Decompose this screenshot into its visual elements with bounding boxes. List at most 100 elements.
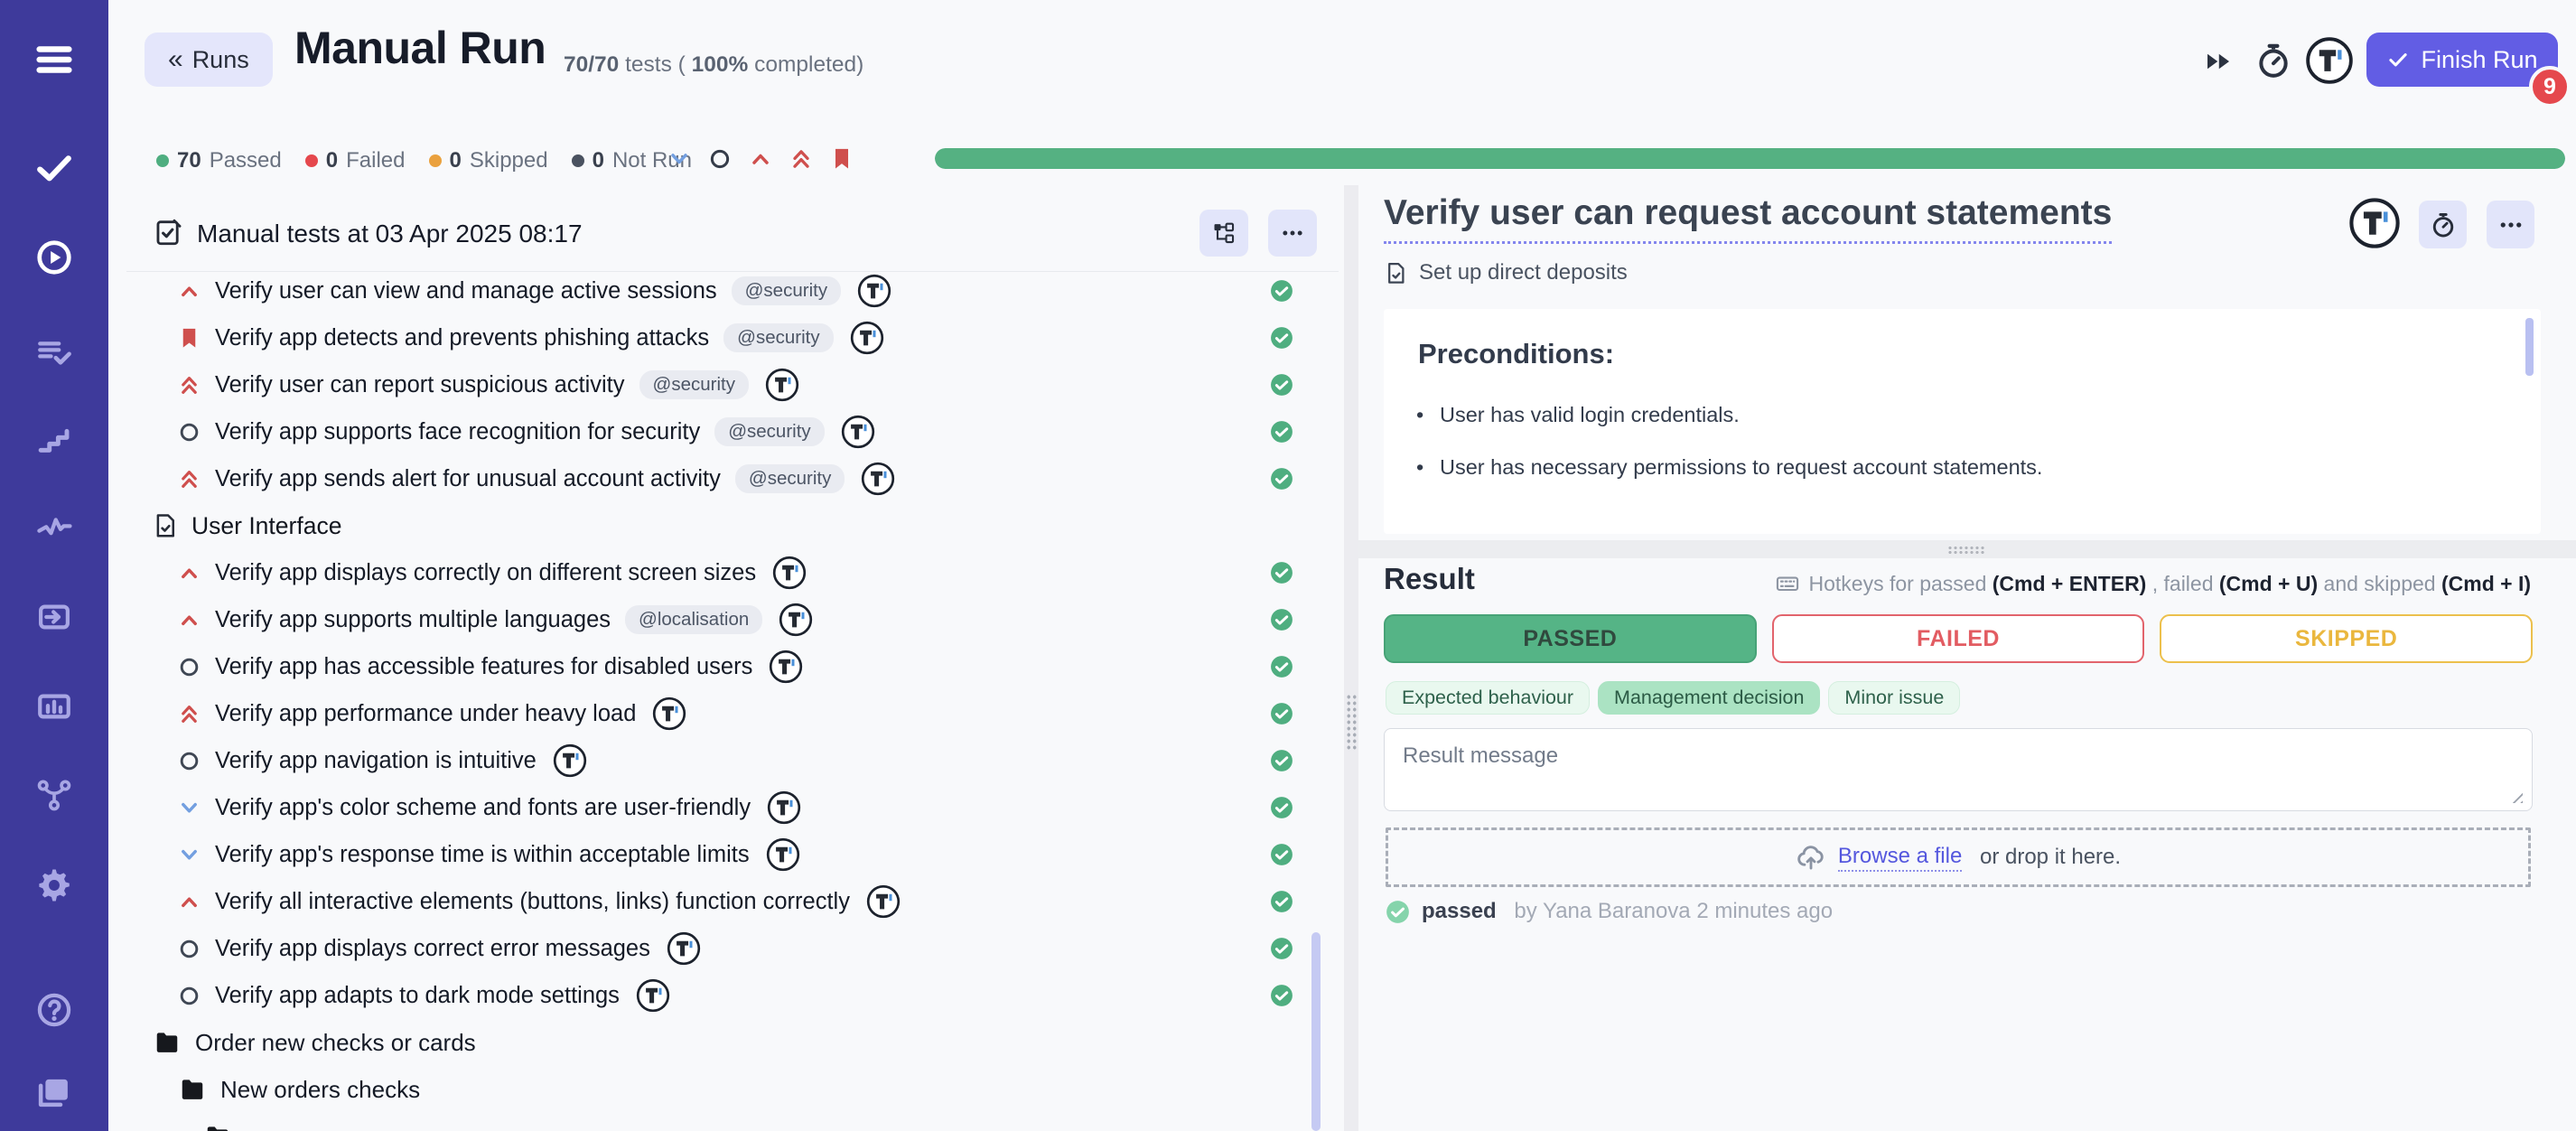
settings-gear-icon[interactable] (35, 866, 73, 904)
test-tag[interactable]: @security (732, 276, 841, 305)
priority-normal-icon (177, 749, 201, 773)
folder-title[interactable]: Order new checks or cards (195, 1029, 476, 1057)
skipped-button[interactable]: SKIPPED (2160, 614, 2533, 663)
test-title[interactable]: Verify user can report suspicious activi… (215, 372, 625, 398)
test-title[interactable]: Verify app displays correct error messag… (215, 936, 650, 962)
testomat-logo-icon (861, 462, 895, 496)
test-row[interactable]: Verify user can view and manage active s… (126, 267, 1337, 314)
priority-high-filter-icon[interactable] (748, 146, 773, 172)
test-tag[interactable]: @localisation (625, 605, 762, 634)
import-nav-icon[interactable] (35, 598, 73, 636)
test-tag[interactable]: @security (714, 417, 824, 446)
suite-title[interactable]: User Interface (191, 512, 341, 540)
test-row[interactable]: Verify user can report suspicious activi… (126, 361, 1337, 408)
passed-button[interactable]: PASSED (1384, 614, 1757, 663)
back-to-runs-button[interactable]: « Runs (145, 33, 273, 87)
test-row[interactable]: Verify app supports multiple languages @… (126, 596, 1337, 643)
test-title[interactable]: Verify app adapts to dark mode settings (215, 983, 620, 1009)
folder-row-partial[interactable] (126, 1113, 1337, 1131)
folder-row[interactable]: New orders checks (126, 1066, 1337, 1113)
runs-nav-icon[interactable] (35, 238, 73, 276)
test-row[interactable]: Verify app supports face recognition for… (126, 408, 1337, 455)
folder-title[interactable]: New orders checks (220, 1076, 420, 1104)
test-detail-title[interactable]: Verify user can request account statemen… (1384, 193, 2112, 244)
test-row[interactable]: Verify app performance under heavy load (126, 690, 1337, 737)
fast-forward-icon[interactable] (2202, 45, 2235, 78)
ellipsis-icon (1280, 220, 1305, 246)
steps-nav-icon[interactable] (35, 421, 73, 459)
test-title[interactable]: Verify app's response time is within acc… (215, 842, 750, 868)
priority-low-filter-icon[interactable] (667, 146, 692, 172)
result-message-input[interactable] (1384, 728, 2533, 811)
tag-management-decision[interactable]: Management decision (1598, 681, 1820, 715)
passed-count: 70 (177, 148, 201, 173)
stopwatch-icon[interactable] (2254, 42, 2292, 79)
test-tag[interactable]: @security (639, 370, 749, 399)
reports-nav-icon[interactable] (35, 687, 73, 725)
branches-nav-icon[interactable] (35, 776, 73, 814)
passed-check-icon (1270, 890, 1293, 913)
test-row[interactable]: Verify app displays correct error messag… (126, 925, 1337, 972)
card-scrollbar-thumb[interactable] (2525, 318, 2534, 376)
test-row[interactable]: Verify app adapts to dark mode settings (126, 972, 1337, 1019)
testomat-logo-icon (779, 603, 813, 637)
panel-resize-divider[interactable] (1344, 185, 1358, 1131)
test-title[interactable]: Verify app navigation is intuitive (215, 748, 537, 774)
tag-minor-issue[interactable]: Minor issue (1828, 681, 1960, 715)
priority-normal-icon (177, 984, 201, 1008)
bookmark-filter-icon[interactable] (829, 146, 854, 172)
testomat-logo-icon[interactable] (2348, 197, 2401, 249)
browse-file-link[interactable]: Browse a file (1838, 844, 1962, 872)
test-title[interactable]: Verify app supports multiple languages (215, 607, 611, 633)
priority-highest-filter-icon[interactable] (789, 146, 814, 172)
checks-nav-icon[interactable] (35, 148, 73, 186)
activity-nav-icon[interactable] (35, 509, 73, 547)
test-title[interactable]: Verify app sends alert for unusual accou… (215, 466, 721, 492)
test-title[interactable]: Verify app detects and prevents phishing… (215, 325, 709, 351)
panel-resize-grip[interactable] (1346, 694, 1358, 750)
test-plans-nav-icon[interactable] (35, 333, 73, 371)
library-icon[interactable] (35, 1072, 73, 1110)
priority-normal-filter-icon[interactable] (707, 146, 733, 172)
test-title[interactable]: Verify app supports face recognition for… (215, 419, 700, 445)
help-icon[interactable] (35, 991, 73, 1029)
failed-button[interactable]: FAILED (1772, 614, 2145, 663)
testomat-logo-icon[interactable] (2305, 36, 2354, 85)
test-title[interactable]: Verify app displays correctly on differe… (215, 560, 756, 586)
test-title[interactable]: Verify app's color scheme and fonts are … (215, 795, 751, 821)
list-more-button[interactable] (1268, 210, 1317, 257)
test-title[interactable]: Verify all interactive elements (buttons… (215, 889, 850, 915)
test-title[interactable]: Verify app performance under heavy load (215, 701, 636, 727)
menu-icon[interactable] (33, 39, 75, 80)
test-row[interactable]: Verify app navigation is intuitive (126, 737, 1337, 784)
passed-check-icon (1270, 561, 1293, 584)
stat-passed: 70 Passed (156, 148, 282, 173)
detail-more-button[interactable] (2487, 201, 2534, 248)
test-row[interactable]: Verify app's color scheme and fonts are … (126, 784, 1337, 831)
passed-check-icon (1270, 702, 1293, 725)
test-row[interactable]: Verify app has accessible features for d… (126, 643, 1337, 690)
testomat-logo-icon (667, 931, 701, 966)
test-row[interactable]: Verify app detects and prevents phishing… (126, 314, 1337, 361)
test-row[interactable]: Verify app sends alert for unusual accou… (126, 455, 1337, 502)
folder-row[interactable]: Order new checks or cards (126, 1019, 1337, 1066)
section-resize-grip[interactable] (1947, 546, 1985, 554)
timer-button[interactable] (2419, 201, 2467, 248)
suite-breadcrumb[interactable]: Set up direct deposits (1384, 260, 1628, 285)
test-tag[interactable]: @security (735, 464, 845, 493)
notification-badge[interactable]: 9 (2529, 66, 2571, 107)
tag-expected-behaviour[interactable]: Expected behaviour (1386, 681, 1590, 715)
list-scrollbar-thumb[interactable] (1311, 932, 1321, 1131)
group-view-button[interactable] (1199, 210, 1248, 257)
test-title[interactable]: Verify app has accessible features for d… (215, 654, 752, 680)
test-title[interactable]: Verify user can view and manage active s… (215, 278, 717, 304)
result-heading: Result (1384, 562, 1475, 596)
test-tag[interactable]: @security (723, 323, 833, 352)
file-drop-zone[interactable]: Browse a file or drop it here. (1386, 827, 2531, 887)
test-row[interactable]: Verify app's response time is within acc… (126, 831, 1337, 878)
suite-row[interactable]: User Interface (126, 502, 1337, 549)
priority-highest-icon (177, 467, 201, 491)
finish-run-button[interactable]: Finish Run (2366, 33, 2558, 87)
test-row[interactable]: Verify app displays correctly on differe… (126, 549, 1337, 596)
test-row[interactable]: Verify all interactive elements (buttons… (126, 878, 1337, 925)
